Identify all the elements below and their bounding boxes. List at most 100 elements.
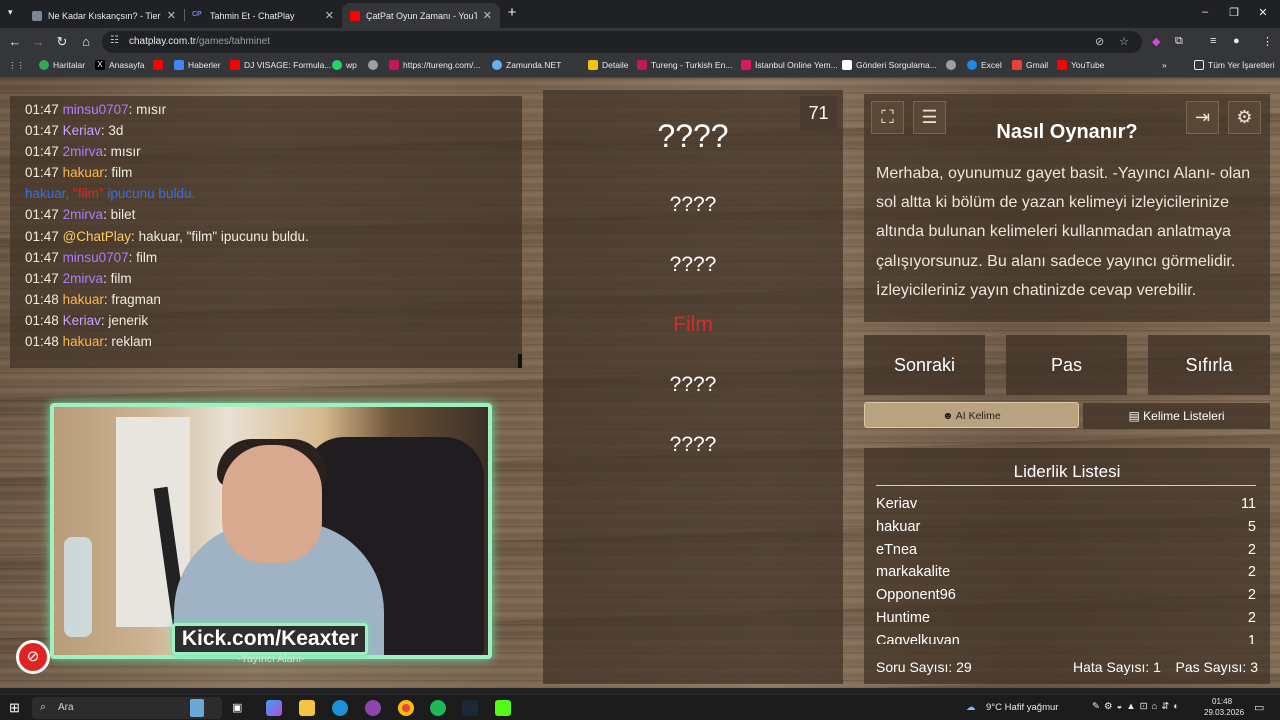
bookmark-item[interactable]: https://tureng.com/... [389,60,480,70]
close-icon[interactable]: ✕ [483,9,492,22]
chat-username[interactable]: Keriav [63,123,101,138]
streamer-area-label: -Yayıncı Alanı- [237,653,305,665]
bookmark-item[interactable]: Gönderi Sorgulama... [842,60,937,70]
chat-message: 01:47 2mirva: film [25,268,522,289]
bookmark-item[interactable]: YouTube [1057,60,1104,70]
system-text: ipucunu buldu. [103,186,196,202]
chat-text: reklam [111,334,152,350]
chat-username[interactable]: minsu0707 [63,250,129,265]
ai-word-button[interactable]: ☻ AI Kelime [864,402,1079,428]
file-explorer-icon[interactable] [299,700,315,716]
bookmark-star-icon[interactable]: ☆ [1119,35,1129,48]
reload-icon[interactable]: ↻ [54,34,70,50]
bookmark-item[interactable]: Haberler [174,60,221,70]
home-icon[interactable]: ⌂ [78,34,94,50]
how-to-play-text: Merhaba, oyunumuz gayet basit. -Yayıncı … [876,165,1251,299]
chat-username[interactable]: hakuar [63,292,104,307]
bookmark-item[interactable]: DJ VISAGE: Formula... [230,60,331,70]
weather-text[interactable]: 9°C Hafif yağmur [986,702,1058,713]
chat-message: 01:48 Keriav: jenerik [25,310,522,331]
chat-username[interactable]: hakuar [63,165,104,180]
stop-icon[interactable]: ⊘ [16,640,50,674]
bookmark-label: Tureng - Turkish En... [651,60,733,70]
pass-button[interactable]: Pas [1006,335,1127,395]
bookmark-item[interactable] [153,60,163,70]
clock-time[interactable]: 01:48 [1212,697,1232,706]
url-path: /games/tahminet [196,36,270,47]
bookmark-item[interactable]: Gmail [1012,60,1048,70]
next-button[interactable]: Sonraki [864,335,985,395]
app-icon[interactable] [365,700,381,716]
chat-username[interactable]: Keriav [63,313,101,328]
site-info-icon[interactable]: ☷ [110,35,122,47]
globe-icon [946,60,956,70]
extension-icon[interactable]: ◆ [1152,35,1160,48]
bookmark-item[interactable]: Tureng - Turkish En... [637,60,732,70]
bookmark-item[interactable] [368,60,378,70]
back-icon[interactable]: ← [7,34,23,50]
steam-icon[interactable] [462,700,478,716]
bookmark-item[interactable]: X Anasayfa [95,60,144,70]
tureng-icon [637,60,647,70]
chat-username[interactable]: minsu0707 [63,102,129,117]
player-score: 1 [1247,632,1256,644]
tab-tier-list[interactable]: Ne Kadar Kıskançsın? - Tier List ✕ [24,3,184,28]
edge-icon[interactable] [332,700,348,716]
copilot-icon[interactable] [266,700,282,716]
tab-chatplay[interactable]: CP Tahmin Et - ChatPlay ✕ [184,3,342,28]
windows-start-icon[interactable]: ⊞ [9,700,25,716]
menu-kebab-icon[interactable]: ⋮ [1262,35,1273,48]
extensions-puzzle-icon[interactable]: ⧉ [1175,35,1183,48]
all-bookmarks-folder[interactable]: Tüm Yer İşaretleri [1194,60,1275,70]
chat-colon: : [128,102,137,117]
task-view-icon[interactable]: ▣ [232,700,248,716]
chat-username[interactable]: hakuar [63,334,104,349]
close-icon[interactable]: ✕ [167,9,176,22]
bookmark-item[interactable]: Detaile [588,60,628,70]
address-bar[interactable]: ☷ chatplay.com.tr/games/tahminet ⊘ ☆ [102,31,1142,53]
chat-scrollbar[interactable] [518,354,522,368]
notifications-icon[interactable]: ▭ [1254,701,1264,714]
chat-username[interactable]: 2mirva [63,271,104,286]
chat-system-message: hakuar, "film" ipucunu buldu. [25,183,522,204]
taskbar-search[interactable]: ⌕ Ara [32,697,222,719]
tab-search-icon[interactable]: ▾ [8,7,13,18]
window-close-icon[interactable]: ✕ [1256,6,1270,19]
chat-time: 01:48 [25,291,59,307]
globe-icon [368,60,378,70]
tab-youtube[interactable]: ÇatPat Oyun Zamanı - YouTube ✕ [342,3,500,28]
bookmark-item[interactable]: wp [332,60,357,70]
bookmark-item[interactable]: Zamunda.NET [492,60,561,70]
media-icon[interactable]: ≡ [1210,35,1216,47]
settings-gear-icon[interactable]: ⚙ [1228,101,1261,134]
close-icon[interactable]: ✕ [325,9,334,22]
bookmark-item[interactable] [946,60,956,70]
chat-colon: : [103,270,111,286]
weather-icon: ☁ [966,702,976,713]
forward-icon[interactable]: → [30,34,46,50]
eye-off-icon[interactable]: ⊘ [1095,35,1104,48]
word-lists-label: Kelime Listeleri [1143,409,1225,423]
chat-username[interactable]: 2mirva [63,144,104,159]
more-bookmarks-icon[interactable]: » [1162,60,1167,70]
new-tab-button[interactable]: + [504,5,520,21]
maximize-icon[interactable]: ❐ [1227,6,1241,19]
word-lists-button[interactable]: ▤ Kelime Listeleri [1083,403,1270,429]
system-tray-icons[interactable]: ✎⚙◒▲⊡⌂⇵◐ [1092,701,1183,712]
apps-grid-icon[interactable]: ⋮⋮ [8,60,25,71]
chat-username[interactable]: @ChatPlay [63,229,131,244]
kick-icon[interactable] [495,700,511,716]
exit-icon[interactable]: ⇥ [1186,101,1219,134]
minimize-icon[interactable]: – [1198,6,1212,18]
spotify-icon[interactable] [430,700,446,716]
chrome-icon[interactable] [398,700,414,716]
bookmark-label: İstanbul Online Yem... [755,60,838,70]
url-host: chatplay.com.tr [129,36,197,47]
profile-avatar-icon[interactable]: ● [1233,35,1240,47]
reset-button[interactable]: Sıfırla [1148,335,1270,395]
clock-date[interactable]: 29.03.2026 [1204,708,1244,717]
bookmark-item[interactable]: Haritalar [39,60,85,70]
chat-username[interactable]: 2mirva [63,207,104,222]
bookmark-item[interactable]: Excel [967,60,1002,70]
bookmark-item[interactable]: İstanbul Online Yem... [741,60,838,70]
